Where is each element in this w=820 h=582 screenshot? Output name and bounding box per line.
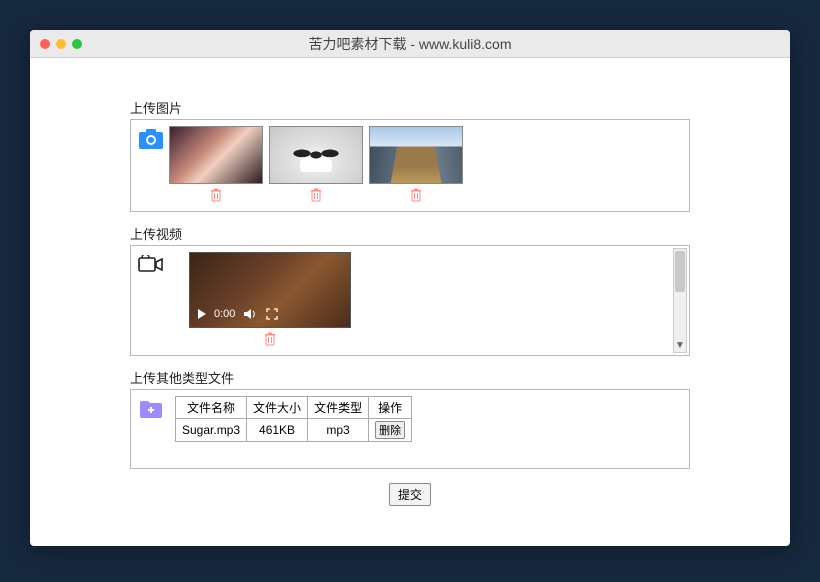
files-table: 文件名称 文件大小 文件类型 操作 Sugar.mp3 461KB mp3 删除 <box>175 396 412 442</box>
folder-plus-icon[interactable] <box>137 396 165 422</box>
scrollbar[interactable]: ▲ ▼ <box>673 248 687 353</box>
video-controls: 0:00 <box>190 301 350 327</box>
col-filesize: 文件大小 <box>247 397 308 419</box>
image-item <box>269 126 363 205</box>
upload-videos-label: 上传视频 <box>130 224 690 243</box>
cell-filesize: 461KB <box>247 419 308 442</box>
image-thumbnails <box>169 126 463 205</box>
play-icon[interactable] <box>198 309 206 319</box>
image-thumbnail[interactable] <box>169 126 263 184</box>
scroll-down-icon[interactable]: ▼ <box>674 338 686 352</box>
upload-videos-box: 0:00 ▲ ▼ <box>130 245 690 356</box>
trash-icon[interactable] <box>409 188 423 205</box>
scroll-thumb[interactable] <box>675 251 685 292</box>
col-filename: 文件名称 <box>176 397 247 419</box>
trash-icon[interactable] <box>309 188 323 205</box>
titlebar: 苦力吧素材下载 - www.kuli8.com <box>30 30 790 58</box>
video-time: 0:00 <box>214 308 235 320</box>
cell-action: 删除 <box>369 419 412 442</box>
image-item <box>169 126 263 205</box>
delete-button[interactable]: 删除 <box>375 421 405 439</box>
trash-icon[interactable] <box>263 332 277 349</box>
image-item <box>369 126 463 205</box>
upload-images-box <box>130 119 690 212</box>
video-camera-icon[interactable] <box>137 252 165 278</box>
fullscreen-icon[interactable] <box>265 307 279 321</box>
volume-icon[interactable] <box>243 307 257 321</box>
image-thumbnail[interactable] <box>269 126 363 184</box>
submit-button[interactable]: 提交 <box>389 483 431 506</box>
content-area: 上传图片 <box>30 58 790 546</box>
upload-images-label: 上传图片 <box>130 98 690 117</box>
trash-icon[interactable] <box>209 188 223 205</box>
table-header-row: 文件名称 文件大小 文件类型 操作 <box>176 397 412 419</box>
col-filetype: 文件类型 <box>308 397 369 419</box>
upload-files-box: 文件名称 文件大小 文件类型 操作 Sugar.mp3 461KB mp3 删除 <box>130 389 690 469</box>
camera-icon[interactable] <box>137 126 165 152</box>
table-row: Sugar.mp3 461KB mp3 删除 <box>176 419 412 442</box>
video-player[interactable]: 0:00 <box>189 252 351 328</box>
submit-row: 提交 <box>130 483 690 506</box>
col-action: 操作 <box>369 397 412 419</box>
video-item: 0:00 <box>189 252 351 349</box>
upload-files-label: 上传其他类型文件 <box>130 368 690 387</box>
cell-filetype: mp3 <box>308 419 369 442</box>
image-thumbnail[interactable] <box>369 126 463 184</box>
cell-filename: Sugar.mp3 <box>176 419 247 442</box>
window-title: 苦力吧素材下载 - www.kuli8.com <box>30 34 790 54</box>
app-window: 苦力吧素材下载 - www.kuli8.com 上传图片 <box>30 30 790 546</box>
